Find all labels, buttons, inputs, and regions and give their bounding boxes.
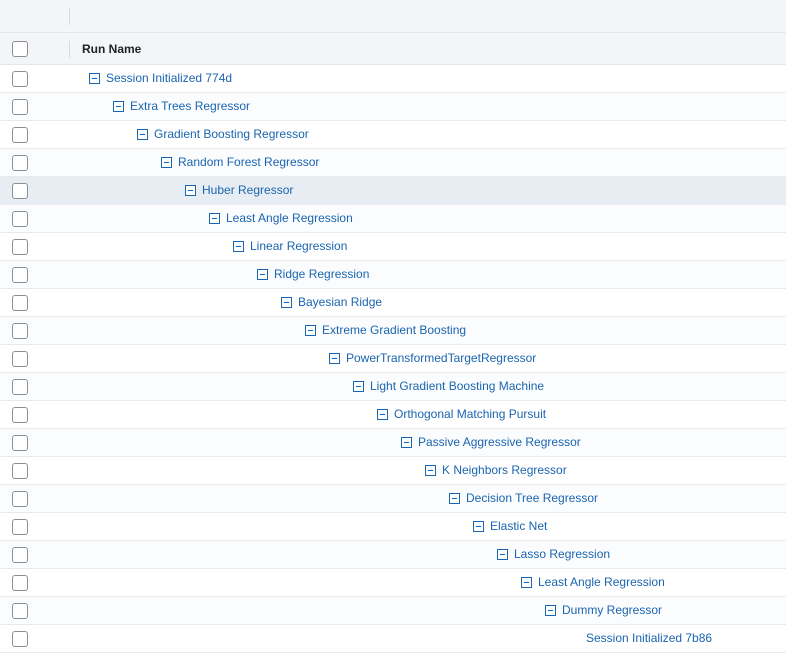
run-name-link[interactable]: Light Gradient Boosting Machine	[370, 373, 544, 400]
table-row[interactable]: Ridge Regression	[0, 261, 786, 289]
row-checkbox[interactable]	[12, 183, 28, 199]
collapse-toggle-icon[interactable]	[377, 409, 388, 420]
run-name-link[interactable]: Gradient Boosting Regressor	[154, 121, 309, 148]
table-row[interactable]: Linear Regression	[0, 233, 786, 261]
collapse-toggle-icon[interactable]	[137, 129, 148, 140]
run-name-link[interactable]: Least Angle Regression	[538, 569, 665, 596]
run-name-link[interactable]: Orthogonal Matching Pursuit	[394, 401, 546, 428]
row-checkbox[interactable]	[12, 547, 28, 563]
collapse-toggle-icon[interactable]	[353, 381, 364, 392]
column-divider[interactable]	[69, 41, 70, 58]
collapse-toggle-icon[interactable]	[257, 269, 268, 280]
collapse-toggle-icon[interactable]	[401, 437, 412, 448]
collapse-toggle-icon[interactable]	[233, 241, 244, 252]
row-checkbox[interactable]	[12, 267, 28, 283]
row-checkbox[interactable]	[12, 379, 28, 395]
run-name-link[interactable]: Session Initialized 7b86	[586, 625, 712, 652]
table-row[interactable]: Orthogonal Matching Pursuit	[0, 401, 786, 429]
table-row[interactable]: Bayesian Ridge	[0, 289, 786, 317]
row-checkbox[interactable]	[12, 295, 28, 311]
run-name-link[interactable]: Dummy Regressor	[562, 597, 662, 624]
row-checkbox[interactable]	[12, 491, 28, 507]
row-checkbox[interactable]	[12, 211, 28, 227]
run-name-link[interactable]: Linear Regression	[250, 233, 347, 260]
row-checkbox[interactable]	[12, 239, 28, 255]
table-row[interactable]: K Neighbors Regressor	[0, 457, 786, 485]
table-row[interactable]: Least Angle Regression	[0, 569, 786, 597]
collapse-toggle-icon[interactable]	[185, 185, 196, 196]
table-row[interactable]: Session Initialized 7b86	[0, 625, 786, 653]
table-row[interactable]: Decision Tree Regressor	[0, 485, 786, 513]
run-name-link[interactable]: Least Angle Regression	[226, 205, 353, 232]
row-checkbox[interactable]	[12, 71, 28, 87]
collapse-toggle-icon[interactable]	[209, 213, 220, 224]
row-checkbox[interactable]	[12, 603, 28, 619]
row-checkbox[interactable]	[12, 155, 28, 171]
row-checkbox[interactable]	[12, 519, 28, 535]
table-toolbar	[0, 0, 786, 33]
collapse-toggle-icon[interactable]	[113, 101, 124, 112]
run-name-link[interactable]: K Neighbors Regressor	[442, 457, 567, 484]
table-row[interactable]: Gradient Boosting Regressor	[0, 121, 786, 149]
row-checkbox[interactable]	[12, 407, 28, 423]
collapse-toggle-icon[interactable]	[281, 297, 292, 308]
run-name-link[interactable]: Huber Regressor	[202, 177, 293, 204]
run-name-link[interactable]: Bayesian Ridge	[298, 289, 382, 316]
row-checkbox[interactable]	[12, 631, 28, 647]
table-row[interactable]: Session Initialized 774d	[0, 65, 786, 93]
run-name-link[interactable]: Session Initialized 774d	[106, 65, 232, 92]
table-row[interactable]: PowerTransformedTargetRegressor	[0, 345, 786, 373]
row-checkbox[interactable]	[12, 463, 28, 479]
collapse-toggle-icon[interactable]	[89, 73, 100, 84]
column-divider	[69, 8, 70, 25]
table-body: Session Initialized 774d Extra Trees Regr…	[0, 65, 786, 653]
run-name-link[interactable]: Extra Trees Regressor	[130, 93, 250, 120]
table-row[interactable]: Light Gradient Boosting Machine	[0, 373, 786, 401]
table-row[interactable]: Lasso Regression	[0, 541, 786, 569]
collapse-toggle-icon[interactable]	[521, 577, 532, 588]
run-name-link[interactable]: Extreme Gradient Boosting	[322, 317, 466, 344]
collapse-toggle-icon[interactable]	[545, 605, 556, 616]
row-checkbox[interactable]	[12, 435, 28, 451]
table-row[interactable]: Elastic Net	[0, 513, 786, 541]
table-row[interactable]: Extreme Gradient Boosting	[0, 317, 786, 345]
runs-table: Run Name Session Initialized 774d Extra T…	[0, 0, 786, 653]
row-checkbox[interactable]	[12, 323, 28, 339]
row-checkbox[interactable]	[12, 351, 28, 367]
table-row[interactable]: Least Angle Regression	[0, 205, 786, 233]
run-name-link[interactable]: PowerTransformedTargetRegressor	[346, 345, 536, 372]
table-row[interactable]: Passive Aggressive Regressor	[0, 429, 786, 457]
row-checkbox[interactable]	[12, 127, 28, 143]
select-all-checkbox[interactable]	[12, 41, 28, 57]
run-name-link[interactable]: Random Forest Regressor	[178, 149, 319, 176]
run-name-link[interactable]: Lasso Regression	[514, 541, 610, 568]
collapse-toggle-icon[interactable]	[329, 353, 340, 364]
run-name-link[interactable]: Elastic Net	[490, 513, 547, 540]
collapse-toggle-icon[interactable]	[497, 549, 508, 560]
table-row[interactable]: Huber Regressor	[0, 177, 786, 205]
run-name-column-header[interactable]: Run Name	[82, 33, 141, 65]
collapse-toggle-icon[interactable]	[473, 521, 484, 532]
row-checkbox[interactable]	[12, 575, 28, 591]
run-name-link[interactable]: Passive Aggressive Regressor	[418, 429, 581, 456]
collapse-toggle-icon[interactable]	[161, 157, 172, 168]
table-row[interactable]: Random Forest Regressor	[0, 149, 786, 177]
collapse-toggle-icon[interactable]	[449, 493, 460, 504]
collapse-toggle-icon[interactable]	[425, 465, 436, 476]
row-checkbox[interactable]	[12, 99, 28, 115]
collapse-toggle-icon[interactable]	[305, 325, 316, 336]
table-row[interactable]: Dummy Regressor	[0, 597, 786, 625]
table-row[interactable]: Extra Trees Regressor	[0, 93, 786, 121]
run-name-link[interactable]: Decision Tree Regressor	[466, 485, 598, 512]
run-name-link[interactable]: Ridge Regression	[274, 261, 369, 288]
table-header: Run Name	[0, 33, 786, 65]
